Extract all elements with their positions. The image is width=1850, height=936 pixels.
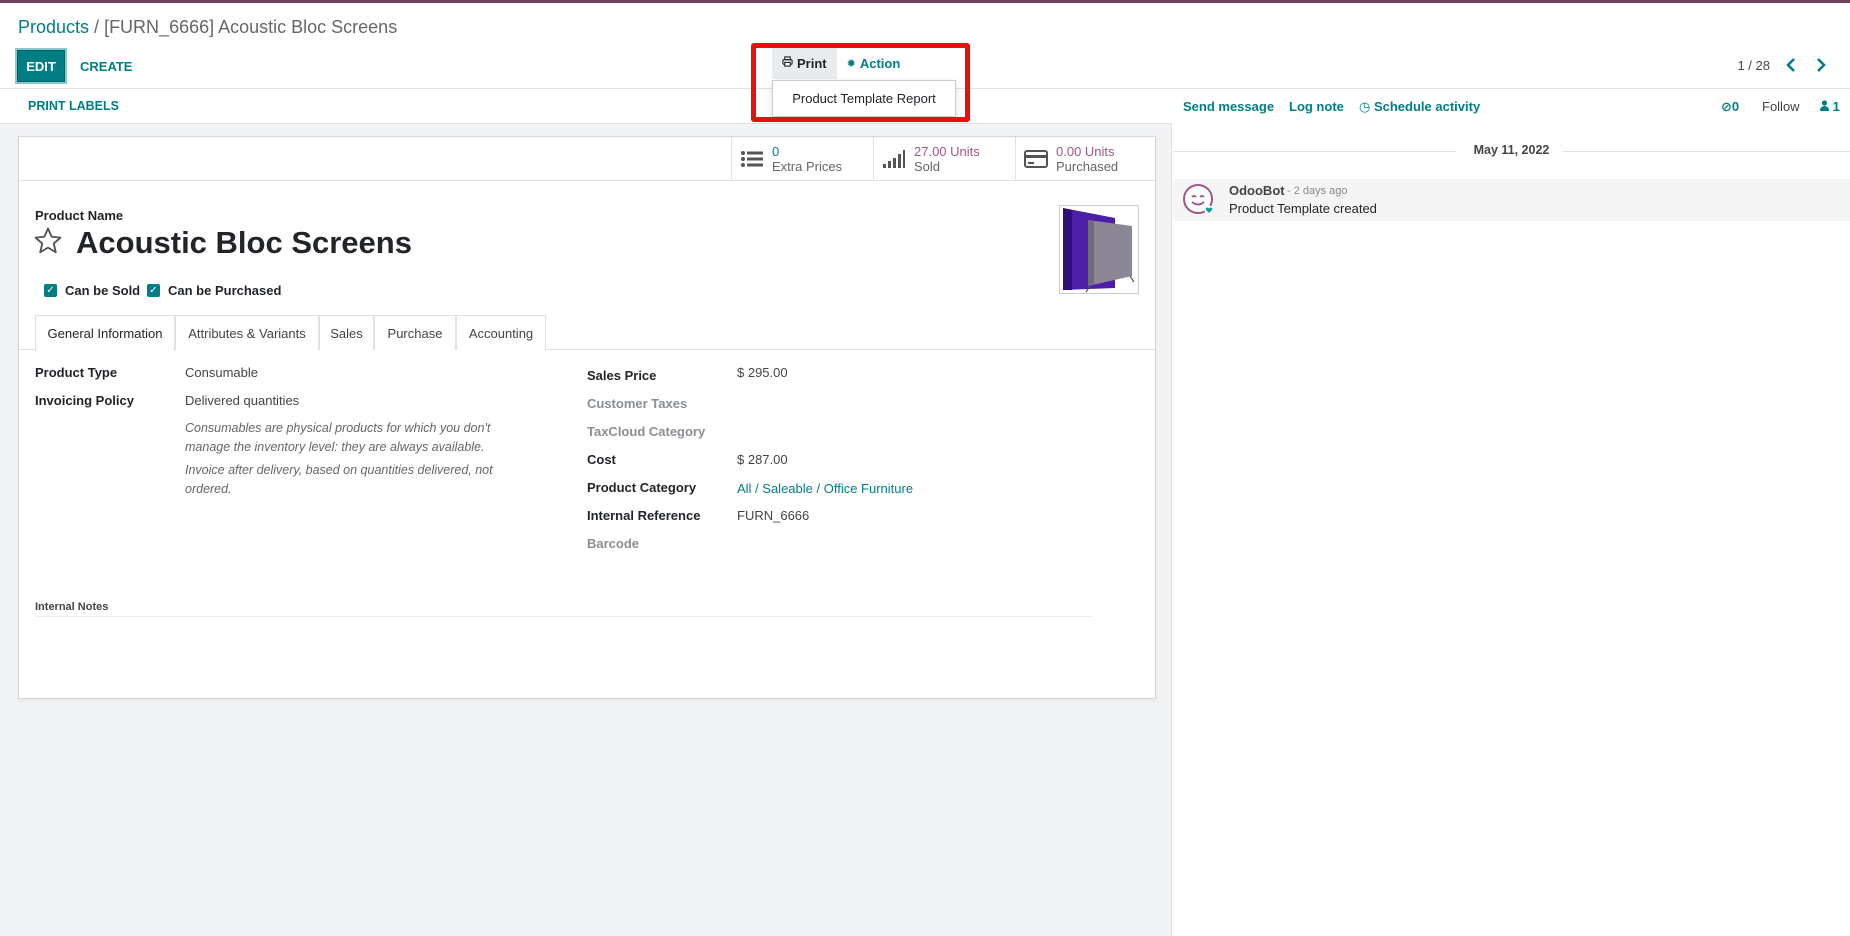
notebook-tabs: General Information Attributes & Variant… [19, 315, 1155, 351]
log-note-button[interactable]: Log note [1289, 99, 1344, 114]
breadcrumb-current: [FURN_6666] Acoustic Bloc Screens [104, 17, 398, 37]
tab-general-information[interactable]: General Information [35, 315, 175, 351]
breadcrumb-products-link[interactable]: Products [18, 17, 89, 37]
sold-value: 27.00 Units [914, 144, 980, 159]
internal-reference-field[interactable]: FURN_6666 [737, 508, 809, 523]
internal-reference-label: Internal Reference [587, 508, 701, 523]
tab-accounting[interactable]: Accounting [456, 315, 546, 350]
chatter-message: OdooBot - 2 days ago Product Template cr… [1173, 179, 1850, 221]
tab-attributes-variants[interactable]: Attributes & Variants [175, 315, 319, 350]
star-icon[interactable] [33, 226, 65, 258]
form-sheet: 0 Extra Prices 27.00 Units Sold 0.00 Units… [18, 136, 1156, 699]
breadcrumb: Products / [FURN_6666] Acoustic Bloc Scr… [18, 17, 397, 38]
product-template-report-menu-item[interactable]: Product Template Report [772, 80, 956, 117]
product-category-link[interactable]: All / Saleable / Office Furniture [737, 481, 913, 496]
customer-taxes-label: Customer Taxes [587, 396, 688, 411]
schedule-activity-label: Schedule activity [1373, 99, 1481, 114]
product-category-label: Product Category [587, 480, 697, 495]
followers-button[interactable]: 1 [1820, 99, 1840, 114]
cost-field[interactable]: $ 287.00 [737, 452, 788, 467]
action-label: Action [859, 55, 901, 71]
attachments-count: 0 [1731, 99, 1740, 114]
internal-notes-field[interactable] [35, 616, 1093, 617]
print-label: Print [797, 55, 827, 71]
printer-icon [782, 56, 793, 70]
product-type-field[interactable]: Consumable [185, 365, 258, 380]
purchased-smart-button[interactable]: 0.00 Units Purchased [1015, 137, 1157, 181]
extra-prices-label: Extra Prices [772, 159, 843, 174]
status-bar: PRINT LABELS [0, 89, 1172, 124]
paperclip-icon: ⊘ [1721, 99, 1732, 114]
odoobot-avatar[interactable] [1182, 183, 1214, 215]
checkbox-checked-icon: ✓ [147, 284, 160, 297]
tab-purchase[interactable]: Purchase [374, 315, 456, 350]
purchased-label: Purchased [1056, 159, 1119, 174]
invoicing-policy-label: Invoicing Policy [35, 393, 134, 408]
date-separator: May 11, 2022 [1173, 143, 1850, 159]
sold-label: Sold [914, 159, 941, 174]
chatter-panel: Send message Log note ◷ Schedule activit… [1173, 89, 1850, 936]
list-icon [732, 150, 772, 168]
product-name-label: Product Name [35, 208, 124, 223]
cost-label: Cost [587, 452, 616, 467]
tab-sales[interactable]: Sales [319, 315, 374, 350]
barcode-label: Barcode [587, 536, 640, 551]
action-dropdown-button[interactable]: ✹ Action [837, 47, 911, 79]
form-view: PRINT LABELS 0 Extra Prices 27.00 Units So… [0, 89, 1172, 936]
control-panel: Products / [FURN_6666] Acoustic Bloc Scr… [0, 3, 1850, 89]
invoicing-policy-field[interactable]: Delivered quantities [185, 393, 299, 408]
print-labels-button[interactable]: PRINT LABELS [28, 99, 119, 113]
extra-prices-value: 0 [772, 144, 780, 159]
message-body: Product Template created [1229, 201, 1377, 216]
breadcrumb-separator: / [89, 17, 105, 37]
send-message-button[interactable]: Send message [1183, 99, 1274, 114]
sold-smart-button[interactable]: 27.00 Units Sold [873, 137, 1015, 181]
gear-icon: ✹ [846, 57, 856, 70]
create-button[interactable]: CREATE [72, 50, 140, 82]
product-image[interactable] [1059, 205, 1139, 294]
chevron-right-icon[interactable] [1809, 53, 1833, 77]
invoice-help-text: Invoice after delivery, based on quantit… [185, 463, 493, 496]
sales-price-label: Sales Price [587, 368, 657, 383]
chatter-topbar: Send message Log note ◷ Schedule activit… [1173, 89, 1850, 124]
product-type-label: Product Type [35, 365, 118, 380]
signal-bars-icon [874, 150, 914, 168]
clock-icon: ◷ [1359, 99, 1371, 114]
follow-button[interactable]: Follow [1762, 99, 1800, 114]
can-be-purchased-label: Can be Purchased [168, 283, 282, 298]
pager-value[interactable]: 1 / 28 [1737, 58, 1770, 73]
checkbox-checked-icon: ✓ [44, 284, 57, 297]
can-be-sold-checkbox[interactable]: ✓ Can be Sold [44, 283, 140, 298]
schedule-activity-button[interactable]: ◷ Schedule activity [1359, 99, 1480, 115]
extra-prices-smart-button[interactable]: 0 Extra Prices [731, 137, 873, 181]
credit-card-icon [1016, 150, 1056, 168]
sales-price-field[interactable]: $ 295.00 [737, 365, 788, 380]
action-bar: Print ✹ Action [772, 47, 910, 79]
chevron-left-icon[interactable] [1779, 53, 1803, 77]
can-be-sold-label: Can be Sold [65, 283, 141, 298]
followers-count: 1 [1832, 99, 1840, 114]
user-icon [1820, 99, 1833, 114]
date-separator-text: May 11, 2022 [1473, 143, 1550, 157]
smart-buttons-bar: 0 Extra Prices 27.00 Units Sold 0.00 Units… [19, 137, 1155, 181]
taxcloud-category-label: TaxCloud Category [587, 424, 706, 439]
can-be-purchased-checkbox[interactable]: ✓ Can be Purchased [147, 283, 281, 298]
edit-button[interactable]: EDIT [17, 50, 65, 82]
product-name: Acoustic Bloc Screens [76, 225, 412, 260]
print-dropdown-button[interactable]: Print [772, 47, 837, 79]
consumable-help-text: Consumables are physical products for wh… [185, 421, 491, 454]
attachments-button[interactable]: ⊘0 [1721, 99, 1739, 115]
purchased-value: 0.00 Units [1056, 144, 1115, 159]
message-author[interactable]: OdooBot [1229, 183, 1285, 198]
internal-notes-label: Internal Notes [35, 601, 109, 613]
message-date: - 2 days ago [1287, 185, 1348, 197]
